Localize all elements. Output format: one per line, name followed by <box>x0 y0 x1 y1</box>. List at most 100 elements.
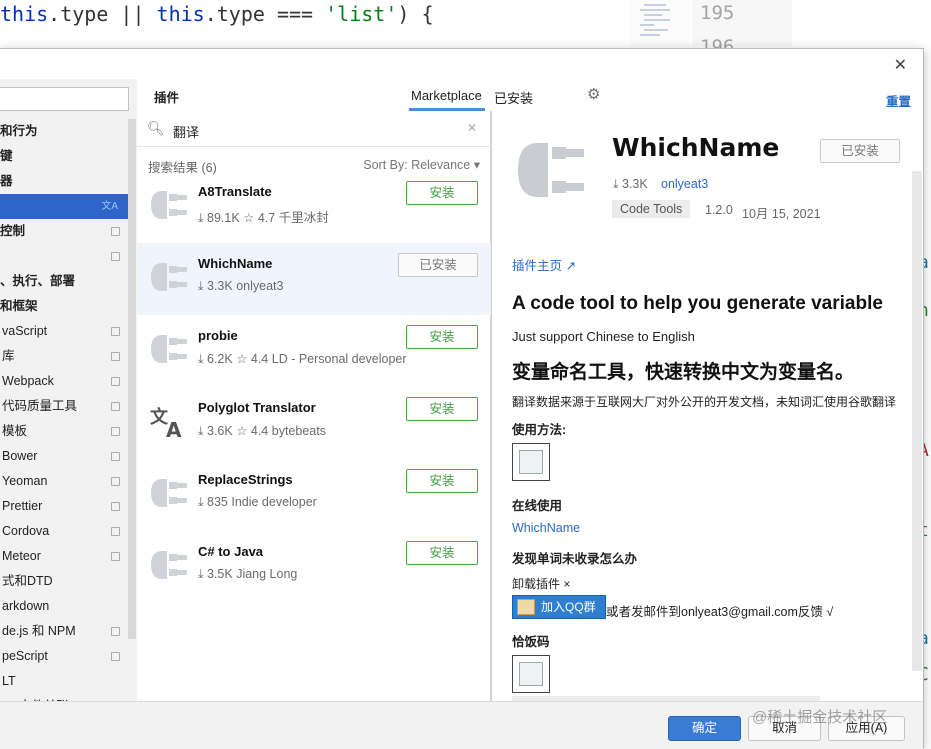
plugin-homepage-link[interactable]: 插件主页 ↗ <box>512 255 576 274</box>
uninstall-text: 卸载插件 × <box>512 577 571 591</box>
watermark: @稀土掘金技术社区 <box>752 709 888 726</box>
reset-link[interactable]: 重置 <box>886 91 911 110</box>
tab-marketplace[interactable]: Marketplace <box>411 88 482 103</box>
plugin-list-item[interactable]: WhichName ⤓ 3.3K onlyeat3 已安装 <box>137 243 491 315</box>
installed-button[interactable]: 已安装 <box>820 139 900 163</box>
settings-nav-item[interactable]: 文A <box>0 194 128 219</box>
settings-nav-item[interactable]: Webpack <box>0 369 128 394</box>
plug-icon <box>149 185 189 225</box>
gear-icon[interactable]: ⚙ <box>587 85 600 103</box>
plugin-meta: ⤓ 3.5K Jiang Long <box>198 567 298 581</box>
code-line: this.type || this.type === 'list') { <box>0 2 434 26</box>
code-token: 'list' <box>325 2 398 26</box>
settings-nav-label: arkdown <box>2 599 50 613</box>
clear-icon[interactable]: ✕ <box>467 121 477 135</box>
plugin-title: WhichName <box>612 133 780 162</box>
plugin-search-input[interactable]: 🔍︎ 翻译 ✕ <box>137 111 491 147</box>
plugin-list-item[interactable]: 文 A Polyglot Translator ⤓ 3.6K ☆ 4.4 bytebe… <box>137 387 491 459</box>
online-link[interactable]: WhichName <box>512 521 580 535</box>
project-scope-icon <box>111 252 120 261</box>
online-heading: 在线使用 <box>512 499 563 513</box>
settings-nav-item[interactable]: 器 <box>0 169 128 194</box>
settings-nav-label: vaScript <box>2 324 48 338</box>
detail-scrollbar[interactable] <box>912 171 922 671</box>
settings-nav-item[interactable]: Bower <box>0 444 128 469</box>
close-icon[interactable]: ✕ <box>894 55 907 75</box>
settings-nav-item[interactable]: 和行为 <box>0 119 128 144</box>
settings-nav-item[interactable]: 模板 <box>0 419 128 444</box>
settings-nav-item[interactable]: LT <box>0 669 128 694</box>
author-link[interactable]: onlyeat3 <box>661 177 708 191</box>
qq-button-label: 加入QQ群 <box>541 600 596 614</box>
install-button[interactable]: 安装 <box>406 181 478 205</box>
settings-nav-item[interactable] <box>0 244 128 269</box>
settings-nav-item[interactable]: Cordova <box>0 519 128 544</box>
settings-nav-item[interactable]: 代码质量工具 <box>0 394 128 419</box>
settings-nav-label: de.js 和 NPM <box>2 624 76 638</box>
download-count: 3.5K <box>207 567 233 581</box>
settings-nav-label: 键 <box>0 149 13 163</box>
project-scope-icon <box>111 402 120 411</box>
plugin-meta: ⤓ 6.2K ☆ 4.4 LD - Personal developer <box>198 352 407 366</box>
usage-heading: 使用方法: <box>512 423 567 437</box>
settings-nav-item[interactable]: peScript <box>0 644 128 669</box>
sort-dropdown[interactable]: Sort By: Relevance ▾ <box>363 157 480 172</box>
code-token: .type === <box>204 2 326 26</box>
settings-nav-item[interactable]: 库 <box>0 344 128 369</box>
plugin-list-item[interactable]: probie ⤓ 6.2K ☆ 4.4 LD - Personal develop… <box>137 315 491 387</box>
code-token: ) { <box>397 2 434 26</box>
project-scope-icon <box>111 502 120 511</box>
project-scope-icon <box>111 327 120 336</box>
minimap[interactable] <box>630 0 690 46</box>
settings-nav-item[interactable]: 、执行、部署 <box>0 269 128 294</box>
settings-nav-item[interactable]: Yeoman <box>0 469 128 494</box>
install-button[interactable]: 安装 <box>406 325 478 349</box>
nav-scrollbar[interactable] <box>128 119 136 639</box>
settings-nav-label: 库 <box>2 349 15 363</box>
settings-nav-item[interactable]: 式和DTD <box>0 569 128 594</box>
settings-nav-item[interactable]: 控制 <box>0 219 128 244</box>
settings-nav-label: 和框架 <box>0 299 38 313</box>
tab-installed[interactable]: 已安装 <box>494 88 533 107</box>
settings-nav-item[interactable]: vaScript <box>0 319 128 344</box>
settings-nav-item[interactable]: Meteor <box>0 544 128 569</box>
plugin-list-item[interactable]: A8Translate ⤓ 89.1K ☆ 4.7 千里冰封 安装 <box>137 171 491 243</box>
feedback-text: 或者发邮件到onlyeat3@gmail.com反馈 √ <box>606 605 834 619</box>
plugin-list-item[interactable]: C# to Java ⤓ 3.5K Jiang Long 安装 <box>137 531 491 603</box>
ok-button[interactable]: 确定 <box>668 716 741 741</box>
install-button[interactable]: 安装 <box>406 469 478 493</box>
install-button[interactable]: 安装 <box>406 397 478 421</box>
settings-nav-label: 控制 <box>0 224 26 238</box>
description-note: 翻译数据来源于互联网大厂对外公开的开发文档，未知词汇使用谷歌翻译 <box>512 395 897 409</box>
plugin-name: WhichName <box>198 256 273 271</box>
plugin-author: bytebeats <box>271 424 326 438</box>
plug-icon <box>149 329 189 369</box>
category-tag[interactable]: Code Tools <box>612 200 691 218</box>
settings-nav-label: 和行为 <box>0 124 38 138</box>
plugin-list-item[interactable]: ReplaceStrings ⤓ 835 Indie developer 安装 <box>137 459 491 531</box>
description-heading-cn: 变量命名工具，快速转换中文为变量名。 <box>512 362 855 383</box>
plugin-name: ReplaceStrings <box>198 472 293 487</box>
plugin-detail-pane: WhichName 已安装 ⤓ 3.3K onlyeat3 Code Tools… <box>492 111 923 701</box>
plugin-name: C# to Java <box>198 544 264 559</box>
plugin-meta: ⤓ 89.1K ☆ 4.7 千里冰封 <box>198 211 329 225</box>
join-qq-group-button[interactable]: 加入QQ群 <box>512 595 606 619</box>
settings-nav-label: Yeoman <box>2 474 48 488</box>
plugin-author: Jiang Long <box>236 567 298 581</box>
plugin-meta: ⤓ 3.3K onlyeat3 <box>198 279 284 293</box>
settings-nav-item[interactable]: arkdown <box>0 594 128 619</box>
settings-nav-item[interactable]: 和框架 <box>0 294 128 319</box>
translate-icon: 文A <box>101 201 118 212</box>
settings-nav-item[interactable]: Prettier <box>0 494 128 519</box>
search-query: 翻译 <box>173 125 200 140</box>
settings-search-input[interactable] <box>0 87 129 111</box>
version: 1.2.0 <box>705 203 733 217</box>
installed-button[interactable]: 已安装 <box>398 253 478 277</box>
plugin-meta: ⤓ 835 Indie developer <box>198 495 317 509</box>
sponsor-heading: 恰饭码 <box>512 635 550 649</box>
settings-nav-item[interactable]: de.js 和 NPM <box>0 619 128 644</box>
settings-nav-item[interactable]: 键 <box>0 144 128 169</box>
settings-nav-label: 器 <box>0 174 13 188</box>
project-scope-icon <box>111 352 120 361</box>
install-button[interactable]: 安装 <box>406 541 478 565</box>
